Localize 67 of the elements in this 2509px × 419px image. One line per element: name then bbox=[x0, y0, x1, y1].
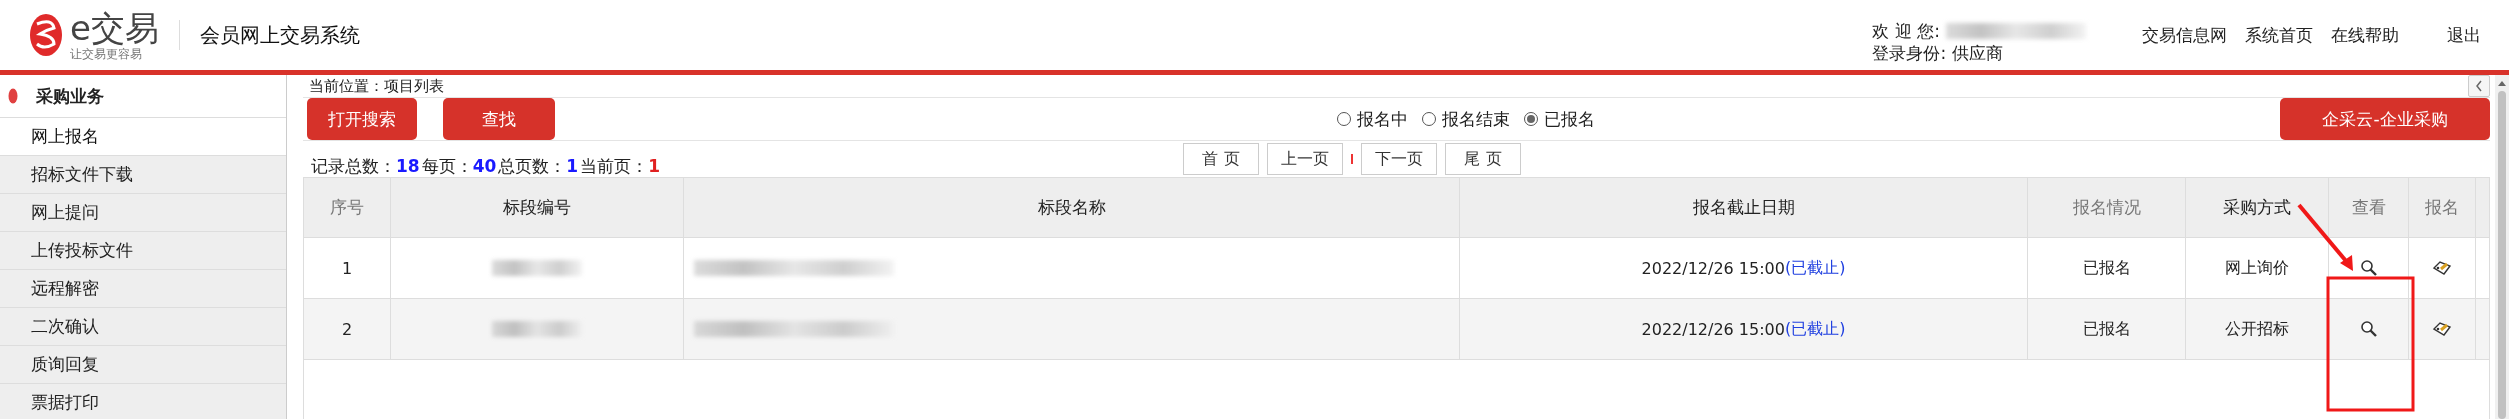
column-header: 报名情况 bbox=[2028, 178, 2186, 237]
table-cell: 2022/12/26 15:00 bbox=[1641, 258, 1785, 278]
stat-value: 18 bbox=[396, 155, 420, 176]
chevron-left-icon bbox=[2475, 80, 2483, 92]
column-header: 序号 bbox=[304, 178, 391, 237]
pager-button[interactable]: 下一页 bbox=[1361, 143, 1437, 175]
table-cell: 1 bbox=[304, 238, 391, 298]
logo-slogan: 让交易更容易 bbox=[70, 47, 143, 60]
stat-label: 记录总数： bbox=[311, 155, 396, 176]
sidebar-item[interactable]: 招标文件下载 bbox=[0, 156, 286, 194]
table-cell: 2 bbox=[304, 299, 391, 359]
tag-pencil-icon[interactable] bbox=[2432, 321, 2452, 337]
pager-button[interactable]: 首 页 bbox=[1183, 143, 1259, 175]
column-header: 采购方式 bbox=[2186, 178, 2329, 237]
table-cell: 公开招标 bbox=[2186, 299, 2329, 359]
table-cell: 网上询价 bbox=[2186, 238, 2329, 298]
welcome-label: 欢 迎 您: bbox=[1872, 20, 1940, 42]
header-link[interactable]: 退出 bbox=[2447, 23, 2481, 47]
sidebar-item[interactable]: 质询回复 bbox=[0, 346, 286, 384]
collapse-button[interactable] bbox=[2468, 75, 2490, 97]
radio-label: 报名中 bbox=[1357, 107, 1409, 131]
column-header: 标段名称 bbox=[684, 178, 1460, 237]
toolbar-button[interactable]: 打开搜索 bbox=[307, 98, 417, 140]
stat-value: 1 bbox=[648, 155, 661, 176]
tag-pencil-icon[interactable] bbox=[2432, 260, 2452, 276]
procurement-button[interactable]: 企采云-企业采购 bbox=[2280, 98, 2490, 140]
sidebar-item[interactable]: 网上报名 bbox=[0, 118, 286, 156]
logo-title: e交易 bbox=[70, 10, 159, 45]
header-link[interactable]: 系统首页 bbox=[2245, 23, 2313, 47]
column-header: 报名 bbox=[2409, 178, 2476, 237]
scroll-up-icon[interactable] bbox=[2497, 79, 2507, 87]
table-cell: 已报名 bbox=[2028, 238, 2186, 298]
role-value: 供应商 bbox=[1952, 42, 2004, 64]
sidebar-item[interactable]: 二次确认 bbox=[0, 308, 286, 346]
sidebar-item[interactable]: 网上提问 bbox=[0, 194, 286, 232]
status-link[interactable]: (已截止) bbox=[1784, 257, 1846, 279]
logo-icon bbox=[28, 12, 64, 58]
sidebar-title: 采购业务 bbox=[36, 84, 104, 108]
breadcrumb: 当前位置：项目列表 bbox=[309, 76, 444, 96]
search-icon[interactable] bbox=[2359, 320, 2378, 338]
search-icon[interactable] bbox=[2359, 259, 2378, 277]
table-cell: 已报名 bbox=[2028, 299, 2186, 359]
sidebar-item[interactable]: 远程解密 bbox=[0, 270, 286, 308]
annotation-arrow bbox=[2297, 203, 2353, 271]
stat-label: 当前页： bbox=[580, 155, 649, 176]
system-title: 会员网上交易系统 bbox=[199, 21, 360, 49]
status-link[interactable]: (已截止) bbox=[1784, 318, 1846, 340]
stat-value: 1 bbox=[566, 155, 579, 176]
header-link[interactable]: 交易信息网 bbox=[2142, 23, 2227, 47]
radio-label: 已报名 bbox=[1544, 107, 1596, 131]
sidebar-item[interactable]: 上传投标文件 bbox=[0, 232, 286, 270]
stat-label: 总页数： bbox=[498, 155, 567, 176]
seal-icon bbox=[8, 88, 18, 104]
column-header: 查看 bbox=[2329, 178, 2409, 237]
column-header: 标段编号 bbox=[391, 178, 684, 237]
pager-button[interactable]: 尾 页 bbox=[1445, 143, 1521, 175]
pager-button[interactable]: 上一页 bbox=[1267, 143, 1343, 175]
scrollbar[interactable] bbox=[2495, 75, 2509, 419]
toolbar-button[interactable]: 查找 bbox=[443, 98, 555, 140]
column-header: 报名截止日期 bbox=[1460, 178, 2028, 237]
role-label: 登录身份: bbox=[1872, 42, 1947, 64]
header-link[interactable]: 在线帮助 bbox=[2331, 23, 2399, 47]
table-cell: 2022/12/26 15:00 bbox=[1641, 319, 1785, 339]
radio-label: 报名结束 bbox=[1442, 107, 1511, 131]
stat-value: 40 bbox=[472, 155, 497, 176]
stat-label: 每页： bbox=[421, 155, 473, 176]
sidebar-item[interactable]: 票据打印 bbox=[0, 384, 286, 419]
